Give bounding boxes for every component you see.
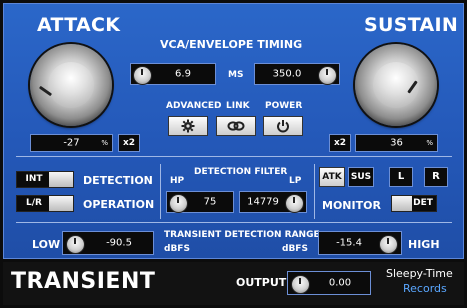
power-icon [277,120,289,133]
monitor-det-handle [392,196,412,211]
control-panel: ATTACK -27 % x2 SUSTAIN x2 36 % VCA/ENVE… [3,3,464,259]
divider-bottom [16,222,452,223]
divider-right [314,164,315,219]
filter-hp-value: 75 [203,196,217,208]
monitor-atk-button[interactable]: ATK [319,167,345,187]
range-low-value: -90.5 [106,237,132,249]
brand-title: TRANSIENT [11,269,156,294]
link-icon [227,121,245,131]
range-title: TRANSIENT DETECTION RANGE [164,230,320,240]
power-label: POWER [265,101,303,111]
monitor-r-button[interactable]: R [424,167,448,187]
sustain-dial[interactable] [355,44,437,126]
sustain-unit: % [426,139,433,147]
gear-icon [181,119,195,133]
attack-dial[interactable] [30,44,112,126]
detection-toggle-handle [49,172,73,187]
operation-label: OPERATION [83,198,155,211]
output-knob[interactable] [291,275,310,294]
vca-left-field[interactable]: 6.9 [130,63,216,85]
output-field[interactable]: 0.00 [287,271,371,295]
range-high-field[interactable]: -15.4 [318,231,402,255]
output-label: OUTPUT [236,276,287,289]
detection-toggle[interactable]: INT [16,171,74,188]
filter-lp-knob[interactable] [285,194,304,213]
detection-int-label: INT [25,174,43,184]
operation-lr-label: L/R [26,198,42,208]
filter-lp-value: 14779 [247,196,279,208]
filter-title: DETECTION FILTER [194,167,288,177]
range-high-label: HIGH [408,238,440,251]
monitor-sus-button[interactable]: SUS [348,167,374,187]
attack-dial-cap [48,62,94,108]
footer-bar: TRANSIENT OUTPUT 0.00 Sleepy-Time Record… [3,262,464,305]
vca-unit: MS [228,70,244,80]
operation-toggle-handle [49,196,73,211]
range-low-label: LOW [32,238,61,251]
detection-label: DETECTION [83,174,153,187]
monitor-l-button[interactable]: L [389,167,413,187]
filter-hp-knob[interactable] [169,194,188,213]
range-dbfs-left: dBFS [164,244,190,254]
power-button[interactable] [263,116,303,136]
vca-left-knob[interactable] [133,66,152,85]
range-high-value: -15.4 [336,237,362,249]
sustain-value: 36 [390,137,403,149]
attack-title: ATTACK [37,14,121,36]
range-low-field[interactable]: -90.5 [62,231,154,255]
monitor-label: MONITOR [322,199,381,212]
vca-left-value: 6.9 [175,68,191,80]
attack-value-field[interactable]: -27 % [30,134,113,152]
link-label: LINK [226,101,250,111]
vca-right-knob[interactable] [318,66,337,85]
sustain-value-field[interactable]: 36 % [355,134,438,152]
attack-x2-button[interactable]: x2 [118,134,140,152]
operation-toggle[interactable]: L/R [16,195,74,212]
attack-value: -27 [63,137,80,149]
advanced-button[interactable] [168,116,208,136]
divider-left [160,164,161,219]
divider-top [16,156,452,157]
vca-right-field[interactable]: 350.0 [254,63,340,85]
range-high-knob[interactable] [379,235,398,254]
filter-lp-label: LP [289,176,302,186]
plugin-window: ATTACK -27 % x2 SUSTAIN x2 36 % VCA/ENVE… [0,0,467,308]
sustain-x2-button[interactable]: x2 [329,134,351,152]
monitor-det-label: DET [413,198,433,208]
advanced-label: ADVANCED [166,101,222,111]
link-button[interactable] [216,116,256,136]
company-records: Records [403,282,447,295]
range-low-knob[interactable] [66,235,85,254]
company-name: Sleepy-Time [386,267,453,280]
attack-unit: % [101,139,108,147]
filter-lp-field[interactable]: 14779 [239,191,307,213]
monitor-det-toggle[interactable]: DET [391,195,437,212]
range-dbfs-right: dBFS [282,244,308,254]
output-value: 0.00 [328,277,352,289]
vca-title: VCA/ENVELOPE TIMING [160,38,303,51]
filter-hp-label: HP [170,176,185,186]
vca-right-value: 350.0 [272,68,302,80]
filter-hp-field[interactable]: 75 [166,191,234,213]
sustain-title: SUSTAIN [364,14,459,36]
